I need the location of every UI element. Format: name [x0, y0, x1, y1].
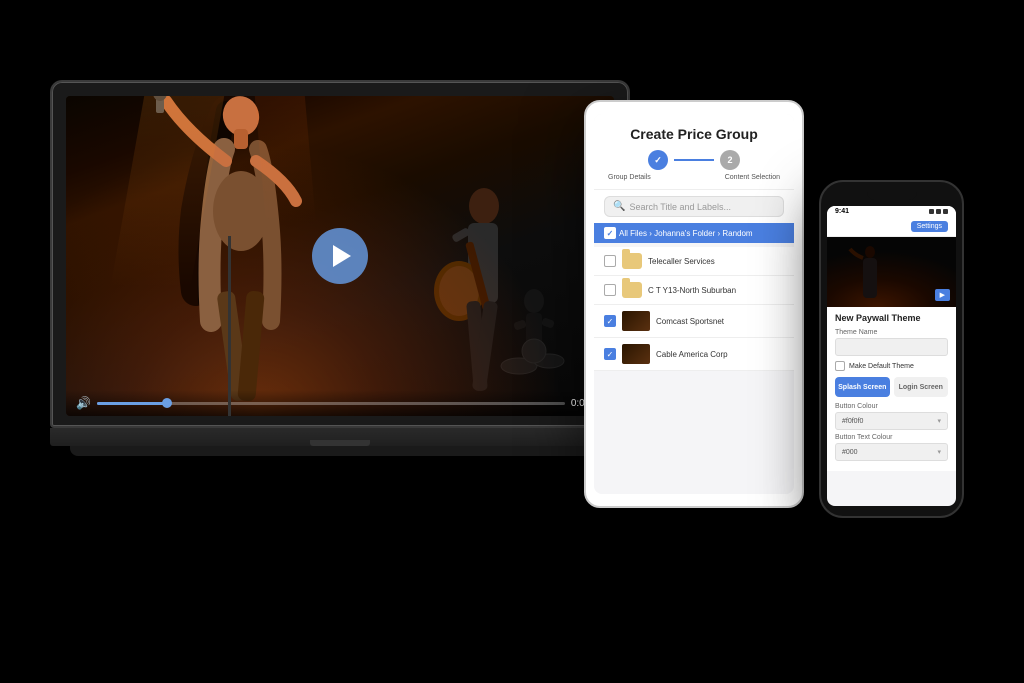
laptop-device: 🔊 0:06 ⛶: [50, 80, 630, 456]
theme-name-input[interactable]: [835, 338, 948, 356]
tablet-device: Create Price Group ✓ 2 Group Details Con…: [584, 100, 804, 508]
breadcrumb-check-icon: ✓: [607, 229, 614, 238]
default-theme-row[interactable]: Make Default Theme: [835, 361, 948, 371]
breadcrumb-row[interactable]: ✓ All Files › Johanna's Folder › Random: [594, 223, 794, 243]
tablet-content: Create Price Group ✓ 2 Group Details Con…: [594, 114, 794, 494]
file-thumb-4: [622, 344, 650, 364]
laptop-screen: 🔊 0:06 ⛶: [66, 96, 614, 416]
button-text-label: Button Text Colour: [835, 434, 948, 441]
folder-icon: [622, 253, 642, 269]
button-text-value: #000: [842, 449, 858, 456]
file-thumb-3: [622, 311, 650, 331]
tablet-header: Create Price Group ✓ 2 Group Details Con…: [594, 114, 794, 190]
search-icon: 🔍: [613, 201, 625, 212]
progress-dot: [162, 398, 172, 408]
phone-content: 9:41 Settings: [827, 206, 956, 506]
video-controls: 🔊 0:06 ⛶: [66, 390, 614, 416]
play-button[interactable]: [312, 228, 368, 284]
play-icon: [333, 245, 351, 267]
file-name-3: Comcast Sportsnet: [656, 317, 784, 326]
thumb-img-3: [622, 311, 650, 331]
login-screen-tab[interactable]: Login Screen: [894, 377, 949, 397]
phone-device: 9:41 Settings: [819, 180, 964, 518]
default-theme-checkbox[interactable]: [835, 361, 845, 371]
search-box[interactable]: 🔍 Search Title and Labels...: [604, 196, 784, 217]
phone-status-icons: [929, 209, 948, 214]
button-color-chevron: ▾: [937, 417, 941, 425]
button-color-label: Button Colour: [835, 403, 948, 410]
folder-icon: [622, 282, 642, 298]
table-row[interactable]: Telecaller Services: [594, 247, 794, 276]
laptop-bezel: 🔊 0:06 ⛶: [50, 80, 630, 428]
default-theme-label: Make Default Theme: [849, 363, 914, 370]
file-name-1: Telecaller Services: [648, 257, 784, 266]
tablet-frame: Create Price Group ✓ 2 Group Details Con…: [584, 100, 804, 508]
settings-button[interactable]: Settings: [911, 221, 948, 232]
file-list: Telecaller Services C T Y13-North Suburb…: [594, 243, 794, 375]
laptop-foot: [70, 446, 610, 456]
phone-top-bar: Settings: [827, 217, 956, 237]
file-name-4: Cable America Corp: [656, 350, 784, 359]
button-color-value: #f0f0f0: [842, 418, 863, 425]
file-name-2: C T Y13-North Suburban: [648, 286, 784, 295]
phone-frame: 9:41 Settings: [819, 180, 964, 518]
phone-video-play[interactable]: ▶: [935, 289, 950, 301]
button-color-select[interactable]: #f0f0f0 ▾: [835, 412, 948, 430]
table-row[interactable]: Comcast Sportsnet: [594, 305, 794, 338]
volume-icon[interactable]: 🔊: [76, 396, 91, 410]
file-checkbox-4[interactable]: [604, 348, 616, 360]
phone-time: 9:41: [835, 208, 849, 215]
phone-notch: [867, 192, 917, 200]
wifi-icon: [936, 209, 941, 214]
laptop-base: [50, 428, 630, 446]
main-scene: 🔊 0:06 ⛶ Create Price Group: [0, 0, 1024, 683]
step-2-label: Content Selection: [725, 174, 780, 181]
progress-fill: [97, 402, 167, 405]
breadcrumb-text: All Files › Johanna's Folder › Random: [619, 229, 753, 238]
table-row[interactable]: C T Y13-North Suburban: [594, 276, 794, 305]
mic-stand: [228, 236, 231, 416]
button-text-chevron: ▾: [937, 448, 941, 456]
screen-tab-row: Splash Screen Login Screen: [835, 377, 948, 397]
battery-icon: [943, 209, 948, 214]
paywall-theme-form: New Paywall Theme Theme Name Make Defaul…: [827, 307, 956, 471]
thumb-img-4: [622, 344, 650, 364]
phone-status-bar: 9:41: [827, 206, 956, 217]
signal-icon: [929, 209, 934, 214]
stepper: ✓ 2: [606, 150, 782, 170]
tablet-title: Create Price Group: [606, 126, 782, 142]
theme-name-label: Theme Name: [835, 329, 948, 336]
step-2: 2: [720, 150, 740, 170]
step-labels: Group Details Content Selection: [606, 174, 782, 181]
form-title: New Paywall Theme: [835, 313, 948, 323]
file-checkbox-2[interactable]: [604, 284, 616, 296]
file-checkbox-3[interactable]: [604, 315, 616, 327]
step-1: ✓: [648, 150, 668, 170]
step-line: [674, 159, 714, 161]
tablet-search-area: 🔍 Search Title and Labels...: [594, 190, 794, 223]
step-1-label: Group Details: [608, 174, 651, 181]
breadcrumb-checkbox[interactable]: ✓: [604, 227, 616, 239]
laptop-hinge: [310, 440, 370, 446]
file-checkbox-1[interactable]: [604, 255, 616, 267]
search-placeholder: Search Title and Labels...: [629, 202, 731, 212]
phone-video-thumbnail[interactable]: ▶: [827, 237, 956, 307]
button-text-select[interactable]: #000 ▾: [835, 443, 948, 461]
table-row[interactable]: Cable America Corp: [594, 338, 794, 371]
progress-bar[interactable]: [97, 402, 565, 405]
splash-screen-tab[interactable]: Splash Screen: [835, 377, 890, 397]
